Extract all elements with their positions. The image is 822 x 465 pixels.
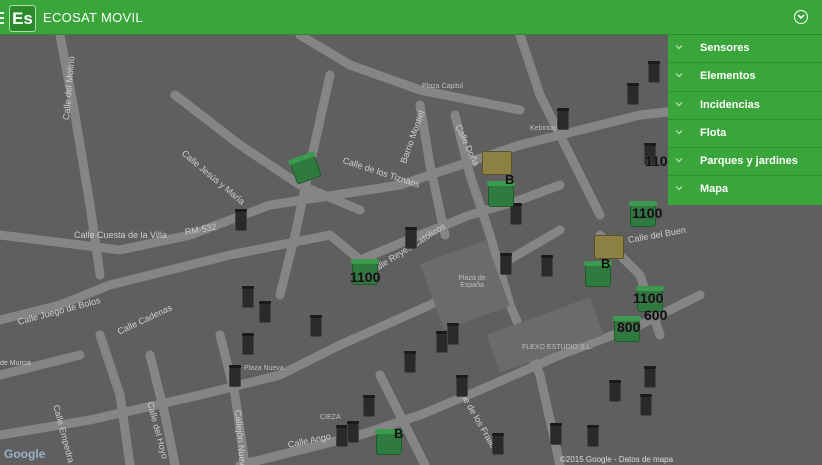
bin-marker[interactable] — [648, 61, 660, 83]
street-label: Calle Cuesta de la Villa — [74, 230, 167, 240]
bin-marker[interactable] — [550, 423, 562, 445]
street-label: de Murcia — [0, 360, 31, 367]
menu-item-label: Incidencias — [700, 98, 760, 111]
menu-item-label: Sensores — [700, 42, 750, 54]
chevron-down-icon — [675, 129, 683, 135]
chevron-down-icon — [675, 73, 683, 78]
bin-marker[interactable] — [609, 380, 621, 402]
menu-item-incidencias[interactable]: Incidencias — [668, 92, 822, 120]
chevron-down-icon — [675, 186, 683, 191]
bin-marker[interactable] — [347, 421, 359, 443]
bin-marker[interactable] — [259, 301, 271, 323]
bin-marker[interactable] — [405, 227, 417, 249]
chevron-down-icon — [675, 45, 683, 50]
bin-marker[interactable] — [235, 209, 247, 231]
dropdown-chevron-icon[interactable] — [794, 10, 808, 24]
google-logo: Google — [4, 447, 46, 461]
app-title: ECOSAT MOVIL — [43, 10, 143, 25]
menu-item-sensores[interactable]: Sensores — [668, 35, 822, 64]
menu-item-label: Flota — [700, 126, 727, 139]
menu-item-mapa[interactable]: Mapa — [668, 176, 822, 204]
bin-marker[interactable] — [510, 203, 522, 225]
bin-marker[interactable] — [492, 433, 504, 455]
chevron-down-icon — [675, 101, 683, 106]
bin-marker[interactable] — [447, 323, 459, 345]
bin-marker[interactable] — [500, 253, 512, 275]
map-attribution[interactable]: ©2015 Google - Datos de mapa — [560, 455, 673, 464]
bin-marker[interactable] — [456, 375, 468, 397]
poi-label: Plaza Capitol — [422, 83, 464, 90]
app-bar: Es ECOSAT MOVIL — [0, 0, 822, 35]
app-screen: Es ECOSAT MOVIL Calle del Molino Calle J… — [0, 0, 822, 465]
bin-marker[interactable] — [557, 108, 569, 130]
capacity-label: 1100 — [632, 205, 663, 221]
bin-marker[interactable] — [644, 366, 656, 388]
poi-label: Plaza Nueva — [244, 365, 284, 372]
green-container-marker[interactable] — [487, 181, 515, 207]
chevron-down-icon — [675, 158, 683, 163]
menu-item-label: Elementos — [700, 70, 756, 83]
capacity-label: 800 — [617, 319, 641, 335]
capacity-label: 1100 — [350, 269, 381, 285]
menu-item-flota[interactable]: Flota — [668, 120, 822, 149]
menu-item-label: Mapa — [700, 183, 729, 196]
bin-marker[interactable] — [627, 83, 639, 105]
b-marker: B — [394, 426, 404, 441]
bin-marker[interactable] — [310, 315, 322, 337]
menu-item-parques-y-jardines[interactable]: Parques y jardines — [668, 148, 822, 177]
capacity-label: 600 — [644, 307, 668, 323]
bin-marker[interactable] — [242, 286, 254, 308]
dropdown-menu: Sensores Elementos Incidencias Flota Par… — [668, 35, 822, 205]
bin-marker[interactable] — [363, 395, 375, 417]
bin-marker[interactable] — [640, 394, 652, 416]
capacity-label: 1100 — [633, 290, 664, 306]
menu-icon[interactable] — [0, 12, 4, 24]
menu-item-label: Parques y jardines — [700, 155, 798, 168]
b-marker: B — [601, 256, 611, 271]
menu-item-elementos[interactable]: Elementos — [668, 63, 822, 92]
b-marker: B — [505, 172, 515, 187]
app-logo: Es — [9, 5, 36, 32]
bin-marker[interactable] — [587, 425, 599, 447]
poi-label: CIEZA — [320, 414, 341, 421]
poi-label: FLEXO ESTUDIO S.L. — [522, 344, 593, 351]
bin-marker[interactable] — [541, 255, 553, 277]
bin-marker[interactable] — [229, 365, 241, 387]
poi-label: Plaza de España — [458, 275, 486, 289]
bin-marker[interactable] — [404, 351, 416, 373]
bin-marker[interactable] — [242, 333, 254, 355]
